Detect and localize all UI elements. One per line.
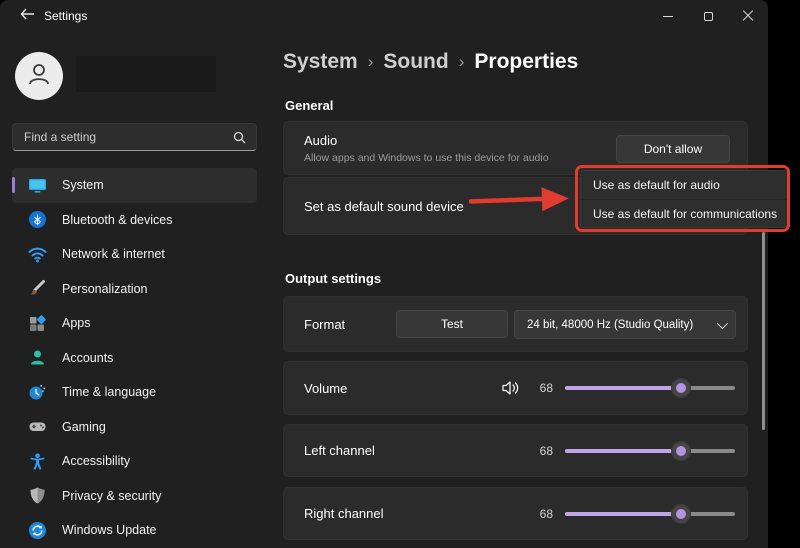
format-card: Format Test 24 bit, 48000 Hz (Studio Qua… (283, 296, 748, 352)
speaker-icon[interactable] (501, 380, 521, 396)
slider-thumb[interactable] (671, 504, 691, 524)
right-channel-slider[interactable] (565, 504, 735, 524)
breadcrumb: System › Sound › Properties (283, 50, 578, 74)
test-button[interactable]: Test (396, 310, 508, 338)
right-channel-value: 68 (531, 507, 553, 521)
search-icon (233, 131, 246, 144)
volume-card: Volume 68 (283, 361, 748, 415)
privacy-shield-icon (28, 486, 47, 505)
sidebar-item-label: Windows Update (62, 523, 157, 537)
maximize-icon (704, 12, 713, 21)
sidebar-item-label: Accounts (62, 351, 113, 365)
minimize-button[interactable] (648, 0, 688, 32)
default-device-flyout: Use as default for audio Use as default … (580, 170, 789, 228)
titlebar: Settings (0, 0, 768, 32)
audio-row-subtitle: Allow apps and Windows to use this devic… (304, 152, 549, 164)
left-channel-slider[interactable] (565, 441, 735, 461)
format-label: Format (304, 317, 345, 332)
breadcrumb-sound[interactable]: Sound (383, 50, 448, 74)
output-settings-heading: Output settings (285, 271, 381, 286)
avatar[interactable] (15, 52, 63, 100)
accessibility-icon (28, 452, 47, 471)
selection-accent-bar (12, 177, 15, 193)
sidebar-nav: System Bluetooth & devices Network & int… (12, 168, 257, 548)
flyout-item-default-communications[interactable]: Use as default for communications (581, 199, 788, 227)
sidebar-item-label: Accessibility (62, 454, 130, 468)
sidebar-item-accessibility[interactable]: Accessibility (12, 444, 257, 479)
right-channel-card: Right channel 68 (283, 487, 748, 540)
maximize-button[interactable] (688, 0, 728, 32)
screen: Settings S (0, 0, 800, 548)
sidebar-item-label: Privacy & security (62, 489, 161, 503)
volume-slider[interactable] (565, 378, 735, 398)
sidebar-item-network-internet[interactable]: Network & internet (12, 237, 257, 272)
dont-allow-button[interactable]: Don't allow (616, 135, 730, 163)
system-icon (28, 176, 47, 195)
breadcrumb-system[interactable]: System (283, 50, 358, 74)
personalization-icon (28, 279, 47, 298)
minimize-icon (663, 16, 673, 17)
search-box (12, 123, 257, 151)
app-title: Settings (44, 9, 87, 23)
scrollbar[interactable] (762, 232, 765, 430)
volume-label: Volume (304, 381, 347, 396)
right-channel-label: Right channel (304, 506, 384, 521)
audio-permission-card: Audio Allow apps and Windows to use this… (283, 121, 748, 175)
left-channel-label: Left channel (304, 443, 375, 458)
close-button[interactable] (728, 0, 768, 32)
bluetooth-icon (28, 210, 47, 229)
accounts-icon (28, 348, 47, 367)
user-name-redacted (76, 56, 216, 92)
person-icon (24, 59, 54, 94)
sidebar-item-label: System (62, 178, 104, 192)
slider-thumb[interactable] (671, 378, 691, 398)
sidebar-item-privacy-security[interactable]: Privacy & security (12, 479, 257, 514)
back-arrow-icon (20, 7, 35, 25)
sidebar-item-accounts[interactable]: Accounts (12, 341, 257, 376)
format-dropdown[interactable]: 24 bit, 48000 Hz (Studio Quality) (514, 310, 736, 339)
gaming-icon (28, 417, 47, 436)
sidebar-item-label: Apps (62, 316, 91, 330)
sidebar-item-label: Bluetooth & devices (62, 213, 173, 227)
sidebar-item-time-language[interactable]: Time & language (12, 375, 257, 410)
slider-thumb[interactable] (671, 441, 691, 461)
settings-window: Settings S (0, 0, 768, 548)
back-button[interactable] (10, 4, 44, 28)
sidebar-item-gaming[interactable]: Gaming (12, 410, 257, 445)
sidebar-item-label: Network & internet (62, 247, 165, 261)
volume-value: 68 (531, 381, 553, 395)
breadcrumb-properties: Properties (474, 50, 578, 74)
chevron-down-icon (717, 317, 728, 328)
windows-update-icon (28, 521, 47, 540)
close-icon (742, 10, 754, 22)
general-heading: General (285, 98, 333, 113)
default-device-label: Set as default sound device (304, 199, 464, 214)
audio-row-title: Audio (304, 133, 549, 148)
time-language-icon (28, 383, 47, 402)
audio-permission-text: Audio Allow apps and Windows to use this… (304, 133, 549, 164)
sidebar-item-bluetooth-devices[interactable]: Bluetooth & devices (12, 203, 257, 238)
sidebar-item-windows-update[interactable]: Windows Update (12, 513, 257, 548)
breadcrumb-separator-icon: › (368, 52, 374, 72)
flyout-item-default-audio[interactable]: Use as default for audio (581, 171, 788, 199)
sidebar-item-personalization[interactable]: Personalization (12, 272, 257, 307)
sidebar-item-label: Personalization (62, 282, 147, 296)
left-channel-card: Left channel 68 (283, 424, 748, 477)
sidebar-item-label: Gaming (62, 420, 106, 434)
breadcrumb-separator-icon: › (459, 52, 465, 72)
sidebar-item-label: Time & language (62, 385, 156, 399)
apps-icon (28, 314, 47, 333)
sidebar-item-system[interactable]: System (12, 168, 257, 203)
format-dropdown-value: 24 bit, 48000 Hz (Studio Quality) (527, 319, 693, 331)
network-icon (28, 245, 47, 264)
left-channel-value: 68 (531, 444, 553, 458)
search-input[interactable] (13, 130, 233, 144)
window-controls (648, 0, 768, 32)
sidebar-item-apps[interactable]: Apps (12, 306, 257, 341)
